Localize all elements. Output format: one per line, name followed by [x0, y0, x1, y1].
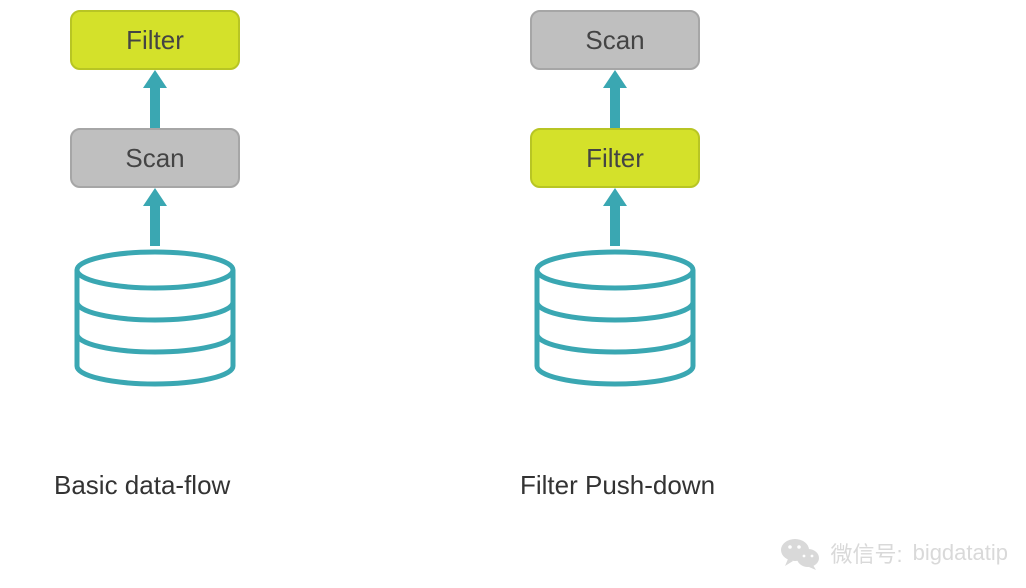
operator-label: Scan — [125, 143, 184, 174]
operator-label: Filter — [126, 25, 184, 56]
watermark-account: bigdatatip — [913, 540, 1008, 566]
wechat-icon — [780, 536, 820, 570]
diagram-right-column: Scan Filter — [530, 10, 700, 388]
arrow-up-icon — [603, 188, 627, 246]
arrow-up-icon — [143, 188, 167, 246]
operator-box-scan: Scan — [70, 128, 240, 188]
watermark: 微信号: bigdatatip — [780, 536, 1008, 570]
caption-right: Filter Push-down — [520, 470, 715, 501]
database-icon — [70, 248, 240, 388]
operator-label: Scan — [585, 25, 644, 56]
watermark-prefix: 微信号: — [830, 537, 902, 569]
diagram-canvas: Filter Scan — [0, 0, 1026, 588]
caption-left: Basic data-flow — [54, 470, 230, 501]
arrow-up-icon — [603, 70, 627, 128]
operator-box-filter: Filter — [530, 128, 700, 188]
operator-box-filter: Filter — [70, 10, 240, 70]
arrow-up-icon — [143, 70, 167, 128]
operator-box-scan: Scan — [530, 10, 700, 70]
diagram-left-column: Filter Scan — [70, 10, 240, 388]
operator-label: Filter — [586, 143, 644, 174]
database-icon — [530, 248, 700, 388]
